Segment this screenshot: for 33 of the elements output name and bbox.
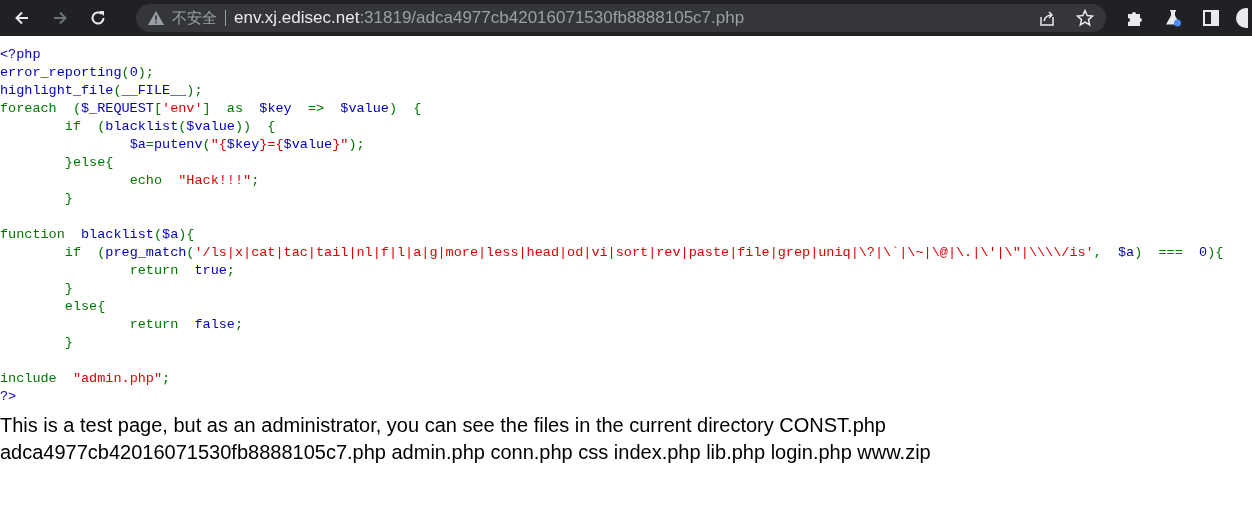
address-bar[interactable]: 不安全 env.xj.edisec.net:31819/adca4977cb42016071530fb8888105c7.php — [136, 4, 1106, 32]
code-line: <?php — [0, 46, 41, 64]
code-line: function blacklist($a){ — [0, 226, 195, 244]
code-line: } — [63, 190, 73, 208]
forward-arrow-icon — [51, 9, 69, 27]
code-line: highlight_file(__FILE__); — [0, 82, 203, 100]
code-line: ?> — [0, 388, 17, 406]
code-line: return false; — [128, 316, 244, 334]
code-line: else{ — [63, 298, 106, 316]
security-label: 不安全 — [172, 8, 217, 28]
warning-icon — [148, 11, 164, 25]
reload-icon — [89, 9, 107, 27]
code-line: foreach ($_REQUEST['env'] as $key => $value) { — [0, 100, 422, 118]
back-arrow-icon — [13, 9, 31, 27]
code-line: $a=putenv("{$key}={$value}"); — [128, 136, 365, 154]
code-line: } — [63, 280, 73, 298]
url-text: env.xj.edisec.net:31819/adca4977cb42016071530fb8888105c7.php — [234, 8, 745, 28]
code-line: error_reporting(0); — [0, 64, 154, 82]
star-icon[interactable] — [1076, 9, 1094, 27]
code-line: }else{ — [63, 154, 114, 172]
profile-icon[interactable] — [1236, 8, 1248, 28]
message-text: adca4977cb42016071530fb8888105c7.php admin.php conn.php css index.php lib.php login.php www.zip — [0, 440, 931, 465]
sidebar-icon[interactable] — [1202, 9, 1220, 27]
code-line: } — [63, 334, 73, 352]
flask-icon[interactable] — [1164, 9, 1182, 27]
share-icon[interactable] — [1038, 9, 1056, 27]
code-line: if (preg_match('/ls|x|cat|tac|tail|nl|f|l|a|g|more|less|head|od|vi|sort|rev|paste|file|grep|uniq|\?|\`|\~|\@|\.|\'|\"|\\\\/is', $a) === 0){ — [63, 244, 1224, 262]
code-line: if (blacklist($value)) { — [63, 118, 276, 136]
code-line: include "admin.php"; — [0, 370, 171, 388]
code-line: echo "Hack!!!"; — [128, 172, 260, 190]
code-line: return true; — [128, 262, 235, 280]
message-text: This is a test page, but as an administrator, you can see the files in the current directory CONST.php — [0, 413, 886, 438]
puzzle-icon[interactable] — [1126, 9, 1144, 27]
